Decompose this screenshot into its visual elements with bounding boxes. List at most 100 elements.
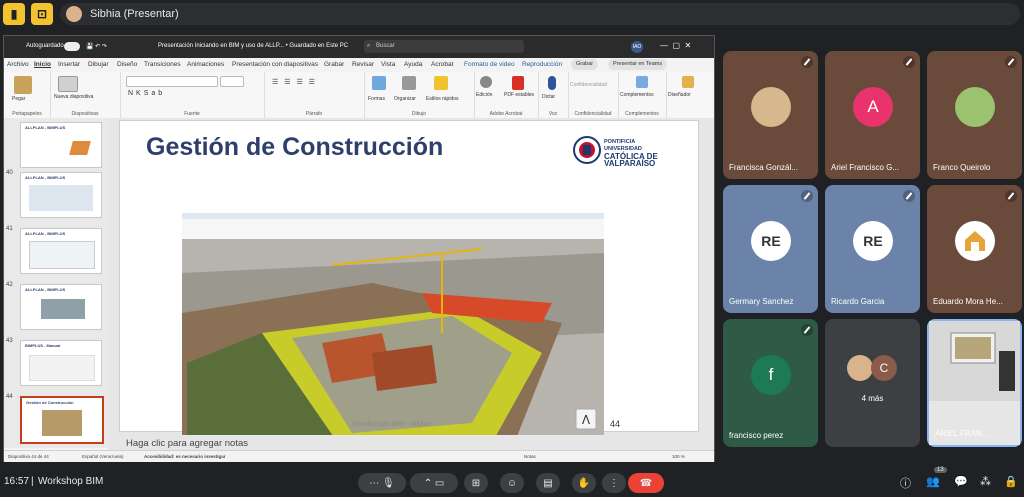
tab-animaciones[interactable]: Animaciones — [187, 61, 224, 68]
tab-vista[interactable]: Vista — [381, 61, 395, 68]
people-icon[interactable]: 👥 — [926, 475, 940, 488]
tab-inicio[interactable]: Inicio — [34, 61, 51, 68]
tab-dibujar[interactable]: Dibujar — [88, 61, 109, 68]
participant-tile[interactable]: RE Germary Sanchez — [723, 185, 818, 313]
tab-insertar[interactable]: Insertar — [58, 61, 80, 68]
tab-revisar[interactable]: Revisar — [352, 61, 374, 68]
language-status[interactable]: Español (Venezuela) — [82, 454, 124, 459]
present-icon: ⊞ — [471, 477, 481, 489]
emoji-icon: ☺ — [506, 477, 518, 489]
confidentiality-button[interactable]: Confidencialidad — [570, 82, 607, 88]
group-label: Párrafo — [305, 111, 323, 117]
new-slide-icon[interactable] — [58, 76, 78, 92]
paste-label[interactable]: Pegar — [12, 96, 25, 102]
slide-thumb-40[interactable]: ALLPLAN - BIMPLUS — [20, 172, 102, 218]
more-options-button[interactable]: ⋮ — [602, 473, 626, 493]
save-icon[interactable]: 💾 ↶ ↷ — [86, 43, 107, 50]
group-confidencialidad: Confidencialidad Confidencialidad — [568, 72, 619, 118]
addins-icon[interactable] — [636, 76, 648, 88]
end-call-button[interactable]: ☎ — [628, 473, 664, 493]
tab-transiciones[interactable]: Transiciones — [144, 61, 181, 68]
current-slide[interactable]: Gestión de Construcción PONTIFICIA UNIVE… — [119, 120, 699, 449]
slide-title[interactable]: Gestión de Construcción — [146, 133, 443, 162]
dictate-label[interactable]: Dictar — [542, 94, 555, 100]
slide-thumb-41[interactable]: ALLPLAN - BIMPLUS — [20, 228, 102, 274]
present-button[interactable]: ⊞ — [464, 473, 488, 493]
font-size-input[interactable] — [220, 76, 244, 87]
arrange-icon[interactable] — [402, 76, 416, 90]
participant-tile[interactable]: A Ariel Francisco G... — [825, 51, 920, 179]
hand-icon: ✋ — [577, 477, 591, 489]
window-controls[interactable]: — ▢ ✕ — [660, 41, 691, 50]
tab-acrobat[interactable]: Acrobat — [431, 61, 453, 68]
participant-tile[interactable]: RE Ricardo Garcia — [825, 185, 920, 313]
meeting-controls-bar: 16:57 | Workshop BIM ⋯ 🎙 ⌃ ▭ ⊞ ☺ ▤ ✋ ⋮ ☎… — [0, 467, 1024, 497]
tab-archivo[interactable]: Archivo — [7, 61, 29, 68]
pdf-label[interactable]: PDF estables — [504, 92, 534, 98]
search-box[interactable]: ⌕ Buscar — [364, 40, 524, 53]
search-icon: ⌕ — [367, 43, 371, 49]
slide-thumb-39[interactable]: ALLPLAN - BIMPLUS — [20, 122, 102, 168]
chat-icon[interactable]: 💬 — [954, 475, 968, 488]
captions-button[interactable]: ▤ — [536, 473, 560, 493]
tab-ayuda[interactable]: Ayuda — [404, 61, 422, 68]
font-format-buttons[interactable]: NKSab — [128, 90, 165, 97]
microphone-button[interactable]: ⋯ 🎙 — [358, 473, 406, 493]
grabar-button[interactable]: Grabar — [571, 59, 599, 70]
slide-thumb-44[interactable]: Gestión de Construcción — [20, 396, 104, 444]
tab-presentacion[interactable]: Presentación con diapositivas — [232, 61, 318, 68]
camera-button[interactable]: ⌃ ▭ — [410, 473, 458, 493]
notes-toggle[interactable]: Notas — [524, 454, 536, 459]
arrange-label[interactable]: Organizar — [394, 96, 416, 102]
slide-thumb-43[interactable]: BIMPLUS - Manual — [20, 340, 102, 386]
pdf-icon[interactable] — [512, 76, 524, 90]
group-adobe: Edición PDF estables Adobe Acrobat — [474, 72, 539, 118]
tab-formato-video[interactable]: Formato de video — [464, 61, 515, 68]
group-label: Fuente — [184, 111, 200, 117]
university-logo-text: PONTIFICIA UNIVERSIDAD CATÓLICA DE VALPA… — [604, 139, 658, 168]
participant-name: Francisca Gonzál... — [729, 163, 798, 172]
participant-tile[interactable]: Eduardo Mora He... — [927, 185, 1022, 313]
presentation-icon[interactable]: ⊡ — [31, 3, 53, 25]
app-icon[interactable]: ▮ — [3, 3, 25, 25]
thumb-title: ALLPLAN - BIMPLUS — [25, 287, 66, 292]
search-icon[interactable] — [480, 76, 492, 88]
edit-label[interactable]: Edición — [476, 92, 492, 98]
accessibility-status[interactable]: Accesibilidad: es necesario investigar — [144, 454, 226, 459]
tab-diseno[interactable]: Diseño — [117, 61, 137, 68]
participant-tile[interactable]: f francisco perez — [723, 319, 818, 447]
participant-tile[interactable]: Franco Queirolo — [927, 51, 1022, 179]
participant-tile[interactable]: Francisca Gonzál... — [723, 51, 818, 179]
quick-styles-label[interactable]: Estilos rápidos — [426, 96, 459, 102]
new-slide-label[interactable]: Nueva diapositiva — [54, 94, 93, 100]
host-controls-icon[interactable]: 🔒 — [1004, 475, 1018, 488]
reactions-button[interactable]: ☺ — [500, 473, 524, 493]
notes-pane[interactable]: Haga clic para agregar notas — [108, 436, 714, 450]
tab-reproduccion[interactable]: Reproducción — [522, 61, 562, 68]
paste-icon[interactable] — [14, 76, 32, 94]
user-avatar[interactable]: IAO — [631, 41, 643, 53]
paragraph-buttons[interactable]: ☰ ☰ ☰ ☰ — [272, 78, 317, 86]
designer-label[interactable]: Diseñador — [668, 92, 691, 98]
group-fuente: NKSab Fuente — [120, 72, 265, 118]
notes-placeholder: Haga clic para agregar notas — [126, 438, 248, 449]
tab-grabar[interactable]: Grabar — [324, 61, 344, 68]
participant-tile[interactable]: ARIEL FRAN... — [927, 319, 1022, 447]
font-name-input[interactable] — [126, 76, 218, 87]
designer-icon[interactable] — [682, 76, 694, 88]
quick-styles-icon[interactable] — [434, 76, 448, 90]
slide-thumb-42[interactable]: ALLPLAN - BIMPLUS — [20, 284, 102, 330]
microphone-icon[interactable] — [548, 76, 556, 90]
shapes-icon[interactable] — [372, 76, 386, 90]
raise-hand-button[interactable]: ✋ — [572, 473, 596, 493]
shapes-label[interactable]: Formas — [368, 96, 385, 102]
activities-icon[interactable]: ⁂ — [980, 475, 991, 488]
construction-model-video[interactable]: Λ — [182, 213, 604, 449]
addins-label[interactable]: Complementos — [620, 92, 654, 98]
autosave-toggle[interactable] — [64, 42, 80, 51]
zoom-level[interactable]: 100 % — [672, 454, 685, 459]
teams-button[interactable]: Presentar en Teams — [608, 59, 668, 70]
document-title[interactable]: Presentación Iniciando en BIM y uso de A… — [158, 43, 348, 49]
more-participants-tile[interactable]: C 4 más — [825, 319, 920, 447]
info-icon[interactable]: ⓘ — [900, 475, 911, 491]
